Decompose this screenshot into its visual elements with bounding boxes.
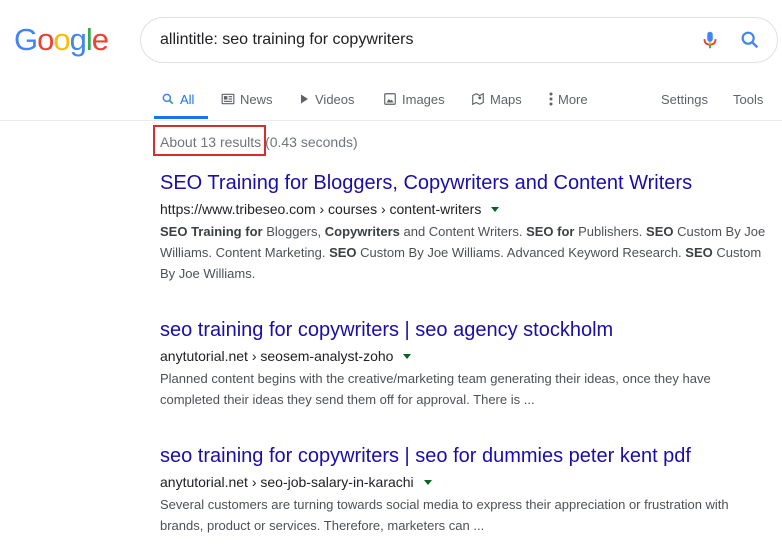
tab-images-label: Images <box>402 91 445 107</box>
tab-news-label: News <box>240 91 273 107</box>
result-title-link[interactable]: seo training for copywriters | seo for d… <box>160 443 770 469</box>
search-tabs: All News Videos Images Maps More Setting… <box>0 80 782 121</box>
newspaper-icon <box>221 93 235 105</box>
search-icon[interactable] <box>739 29 761 51</box>
search-result: SEO Training for Bloggers, Copywriters a… <box>160 170 770 284</box>
google-logo[interactable]: Google <box>14 22 109 58</box>
caret-down-icon[interactable] <box>423 479 432 485</box>
tab-videos[interactable]: Videos <box>298 89 355 109</box>
logo-letter: e <box>91 22 109 57</box>
result-count-highlight <box>153 125 266 156</box>
caret-down-icon[interactable] <box>491 206 500 212</box>
settings-label: Settings <box>661 91 708 107</box>
search-input[interactable]: allintitle: seo training for copywriters <box>160 31 699 49</box>
result-title-link[interactable]: SEO Training for Bloggers, Copywriters a… <box>160 170 770 196</box>
tab-videos-label: Videos <box>315 91 355 107</box>
search-result: seo training for copywriters | seo for d… <box>160 443 770 536</box>
result-url-text: https://www.tribeseo.com › courses › con… <box>160 201 482 217</box>
search-icon <box>162 93 174 105</box>
result-url-text: anytutorial.net › seo-job-salary-in-kara… <box>160 474 414 490</box>
tab-news[interactable]: News <box>221 89 273 109</box>
search-result: seo training for copywriters | seo agenc… <box>160 317 770 410</box>
result-snippet: Several customers are turning towards so… <box>160 497 729 533</box>
result-url-text: anytutorial.net › seosem-analyst-zoho <box>160 348 394 364</box>
result-snippet: Planned content begins with the creative… <box>160 371 711 407</box>
active-tab-indicator <box>154 116 208 119</box>
image-icon <box>384 93 396 105</box>
tab-maps-label: Maps <box>490 91 522 107</box>
more-vertical-icon <box>549 92 553 106</box>
microphone-icon[interactable] <box>699 29 721 51</box>
tab-all[interactable]: All <box>161 89 194 109</box>
play-icon <box>301 94 308 104</box>
caret-down-icon[interactable] <box>403 353 412 359</box>
settings-link[interactable]: Settings <box>661 89 708 109</box>
result-url[interactable]: anytutorial.net › seo-job-salary-in-kara… <box>160 474 770 490</box>
search-box[interactable]: allintitle: seo training for copywriters <box>140 17 778 63</box>
logo-letter: g <box>69 22 87 57</box>
tools-label: Tools <box>733 91 764 107</box>
map-icon <box>472 92 484 106</box>
tab-maps[interactable]: Maps <box>471 89 522 109</box>
tab-more-label: More <box>558 91 588 107</box>
tab-images[interactable]: Images <box>383 89 445 109</box>
logo-letter: o <box>53 22 70 57</box>
result-time: (0.43 seconds) <box>265 134 358 150</box>
result-snippet: SEO Training for Bloggers, Copywriters a… <box>160 224 766 281</box>
tools-link[interactable]: Tools <box>733 89 763 109</box>
logo-letter: G <box>14 22 38 57</box>
logo-letter: o <box>37 22 54 57</box>
result-url[interactable]: anytutorial.net › seosem-analyst-zoho <box>160 348 770 364</box>
result-url[interactable]: https://www.tribeseo.com › courses › con… <box>160 201 770 217</box>
tab-more[interactable]: More <box>549 89 588 109</box>
result-title-link[interactable]: seo training for copywriters | seo agenc… <box>160 317 770 343</box>
tab-all-label: All <box>180 91 195 107</box>
